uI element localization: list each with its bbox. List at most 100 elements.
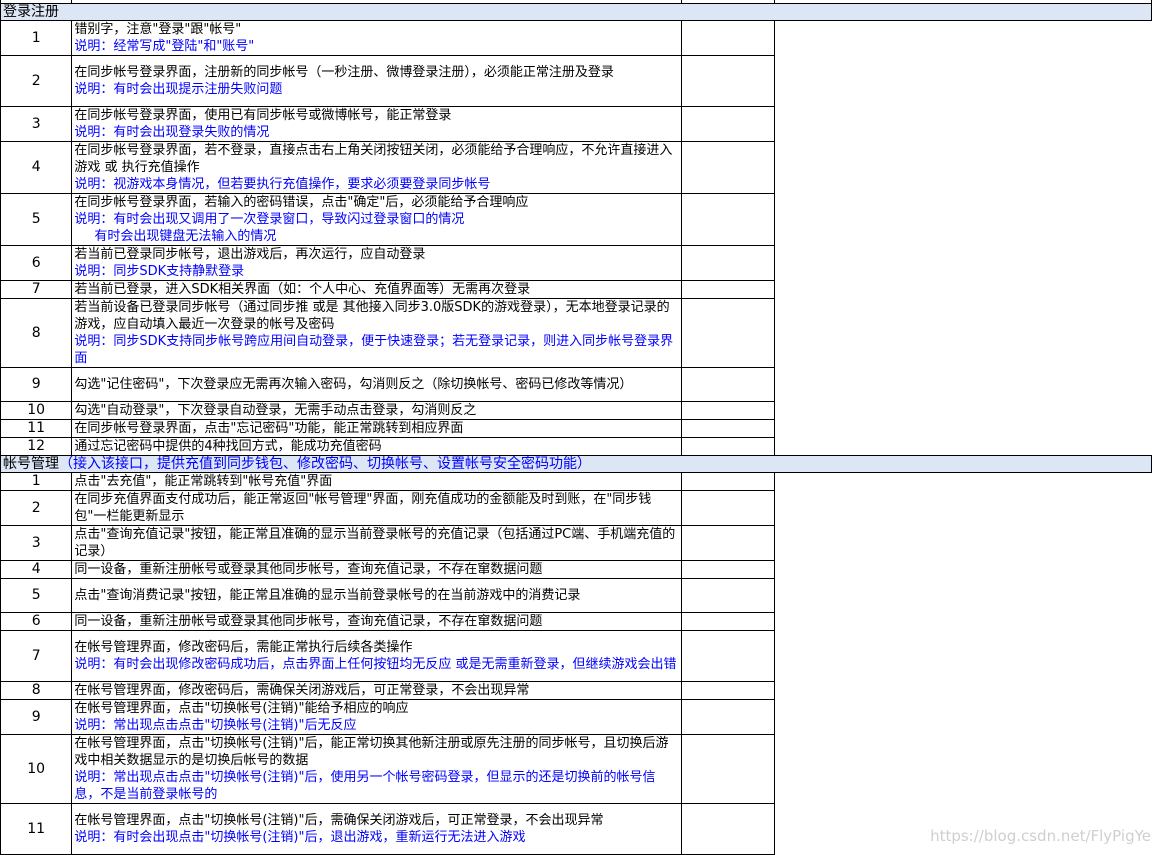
case-description: 在同步充值界面支付成功后，能正常返回"帐号管理"界面，刚充值成功的金额能及时到账… bbox=[71, 490, 682, 526]
description-line: 若当前已登录同步帐号，退出游戏后，再次运行，应自动登录 bbox=[74, 247, 426, 262]
case-number: 4 bbox=[0, 141, 73, 194]
case-description: 在同步帐号登录界面，若输入的密码错误，点击"确定"后，必须能给予合理响应 说明：有… bbox=[71, 193, 682, 246]
section2-header-row: 帐号管理（接入该接口，提供充值到同步钱包、修改密码、切换帐号、设置帐号安全密码功… bbox=[0, 455, 1152, 473]
description-note: 说明：有时会出现登录失败的情况 bbox=[74, 125, 270, 140]
case-number: 11 bbox=[0, 803, 73, 855]
section-title: 帐号管理 bbox=[3, 456, 59, 472]
empty-cell bbox=[775, 613, 1152, 631]
watermark: https://blog.csdn.net/FlyPigYe bbox=[930, 827, 1151, 845]
case-description: 在同步帐号登录界面，点击"忘记密码"功能，能正常跳转到相应界面 bbox=[71, 419, 682, 438]
result-cell[interactable] bbox=[680, 630, 776, 682]
case-number: 4 bbox=[0, 560, 73, 579]
result-cell[interactable] bbox=[680, 298, 776, 368]
case-description: 同一设备，重新注册帐号或登录其他同步帐号，查询充值记录，不存在窜数据问题 bbox=[71, 612, 682, 631]
table-row: 10 在帐号管理界面，点击"切换帐号(注销)"后，能正常切换其他新注册或原先注册的… bbox=[0, 734, 1152, 804]
result-cell[interactable] bbox=[680, 245, 776, 281]
table-row: 4 同一设备，重新注册帐号或登录其他同步帐号，查询充值记录，不存在窜数据问题 bbox=[0, 560, 1152, 579]
table-row: 10 勾选"自动登录"，下次登录自动登录，无需手动点击登录，勾消则反之 bbox=[0, 401, 1152, 420]
table-row: 5 在同步帐号登录界面，若输入的密码错误，点击"确定"后，必须能给予合理响应 说明：… bbox=[0, 193, 1152, 246]
table-row: 3 在同步帐号登录界面，使用已有同步帐号或微博帐号，能正常登录 说明：有时会出现登录… bbox=[0, 106, 1152, 142]
case-number: 5 bbox=[0, 193, 73, 246]
result-cell[interactable] bbox=[680, 367, 776, 402]
result-cell[interactable] bbox=[680, 734, 776, 804]
description-line: 勾选"自动登录"，下次登录自动登录，无需手动点击登录，勾消则反之 bbox=[74, 403, 477, 418]
empty-cell bbox=[775, 438, 1152, 456]
case-description: 在帐号管理界面，点击"切换帐号(注销)"后，需确保关闭游戏后，可正常登录，不会出… bbox=[71, 803, 682, 855]
description-note: 说明：有时会出现提示注册失败问题 bbox=[74, 82, 283, 97]
table-row: 9 勾选"记住密码"，下次登录应无需再次输入密码，勾消则反之（除切换帐号、密码已修… bbox=[0, 367, 1152, 402]
result-cell[interactable] bbox=[680, 437, 776, 456]
description-note: 说明：有时会出现修改密码成功后，点击界面上任何按钮均无反应 或是无需重新登录，但… bbox=[74, 657, 677, 672]
description-line: 同一设备，重新注册帐号或登录其他同步帐号，查询充值记录，不存在窜数据问题 bbox=[74, 614, 543, 629]
table-row: 3 点击"查询充值记录"按钮，能正常且准确的显示当前登录帐号的充值记录（包括通过P… bbox=[0, 525, 1152, 561]
case-number: 10 bbox=[0, 401, 73, 420]
description-line: 在同步帐号登录界面，注册新的同步帐号（一秒注册、微博登录注册），必须能正常注册及… bbox=[74, 65, 614, 80]
case-description: 在帐号管理界面，点击"切换帐号(注销)"后，能正常切换其他新注册或原先注册的同步… bbox=[71, 734, 682, 804]
table-row: 4 在同步帐号登录界面，若不登录，直接点击右上角关闭按钮关闭，必须能给予合理响应，… bbox=[0, 141, 1152, 194]
empty-cell bbox=[775, 682, 1152, 700]
empty-cell bbox=[775, 631, 1152, 682]
case-description: 同一设备，重新注册帐号或登录其他同步帐号，查询充值记录，不存在窜数据问题 bbox=[71, 560, 682, 579]
result-cell[interactable] bbox=[680, 55, 776, 107]
empty-cell bbox=[775, 491, 1152, 526]
description-line: 若当前设备已登录同步帐号（通过同步推 或是 其他接入同步3.0版SDK的游戏登录… bbox=[74, 300, 670, 332]
result-cell[interactable] bbox=[680, 141, 776, 194]
result-cell[interactable] bbox=[680, 193, 776, 246]
description-note: 说明：常出现点击点击"切换帐号(注销)"后，使用另一个帐号密码登录，但显示的还是… bbox=[74, 770, 656, 802]
empty-cell bbox=[775, 473, 1152, 491]
result-cell[interactable] bbox=[680, 280, 776, 299]
table-row: 9 在帐号管理界面，点击"切换帐号(注销)"能给予相应的响应 说明：常出现点击点击"… bbox=[0, 699, 1152, 735]
case-number: 12 bbox=[0, 437, 73, 456]
test-case-table: 登录注册 1 错别字，注意"登录"跟"帐号" 说明：经常写成"登陆"和"账号" 2 在同步… bbox=[0, 0, 1152, 855]
result-cell[interactable] bbox=[680, 20, 776, 56]
description-note: 说明：视游戏本身情况，但若要执行充值操作，要求必须要登录同步帐号 bbox=[74, 177, 491, 192]
description-line: 点击"查询充值记录"按钮，能正常且准确的显示当前登录帐号的充值记录（包括通过PC… bbox=[74, 527, 676, 559]
case-number: 7 bbox=[0, 280, 73, 299]
description-line: 通过忘记密码中提供的4种找回方式，能成功充值密码 bbox=[74, 439, 382, 454]
description-line: 在帐号管理界面，修改密码后，需确保关闭游戏后，可正常登录，不会出现异常 bbox=[74, 683, 530, 698]
result-cell[interactable] bbox=[680, 419, 776, 438]
case-number: 9 bbox=[0, 699, 73, 735]
description-line: 在帐号管理界面，点击"切换帐号(注销)"后，需确保关闭游戏后，可正常登录，不会出… bbox=[74, 813, 604, 828]
description-note: 说明：经常写成"登陆"和"账号" bbox=[74, 39, 255, 54]
description-line: 在同步充值界面支付成功后，能正常返回"帐号管理"界面，刚充值成功的金额能及时到账… bbox=[74, 492, 652, 524]
case-number: 1 bbox=[0, 472, 73, 491]
case-description: 勾选"自动登录"，下次登录自动登录，无需手动点击登录，勾消则反之 bbox=[71, 401, 682, 420]
table-row: 12 通过忘记密码中提供的4种找回方式，能成功充值密码 bbox=[0, 437, 1152, 456]
description-note: 说明：同步SDK支持同步帐号跨应用间自动登录，便于快速登录；若无登录记录，则进入… bbox=[74, 334, 674, 366]
result-cell[interactable] bbox=[680, 525, 776, 561]
table-row: 1 点击"去充值"，能正常跳转到"帐号充值"界面 bbox=[0, 472, 1152, 491]
case-description: 点击"查询充值记录"按钮，能正常且准确的显示当前登录帐号的充值记录（包括通过PC… bbox=[71, 525, 682, 561]
result-cell[interactable] bbox=[680, 472, 776, 491]
result-cell[interactable] bbox=[680, 803, 776, 855]
empty-cell bbox=[775, 700, 1152, 735]
description-line: 在同步帐号登录界面，若输入的密码错误，点击"确定"后，必须能给予合理响应 bbox=[74, 195, 529, 210]
description-line: 在帐号管理界面，点击"切换帐号(注销)"能给予相应的响应 bbox=[74, 701, 409, 716]
case-number: 6 bbox=[0, 245, 73, 281]
case-description: 错别字，注意"登录"跟"帐号" 说明：经常写成"登陆"和"账号" bbox=[71, 20, 682, 56]
case-number: 8 bbox=[0, 681, 73, 700]
result-cell[interactable] bbox=[680, 681, 776, 700]
empty-cell bbox=[775, 299, 1152, 368]
description-line: 同一设备，重新注册帐号或登录其他同步帐号，查询充值记录，不存在窜数据问题 bbox=[74, 562, 543, 577]
result-cell[interactable] bbox=[680, 401, 776, 420]
result-cell[interactable] bbox=[680, 699, 776, 735]
result-cell[interactable] bbox=[680, 106, 776, 142]
result-cell[interactable] bbox=[680, 578, 776, 613]
section-title: 登录注册 bbox=[3, 4, 59, 20]
description-note: 说明：常出现点击点击"切换帐号(注销)"后无反应 bbox=[74, 718, 357, 733]
empty-cell bbox=[775, 579, 1152, 613]
case-number: 7 bbox=[0, 630, 73, 682]
description-line: 在帐号管理界面，点击"切换帐号(注销)"后，能正常切换其他新注册或原先注册的同步… bbox=[74, 736, 669, 768]
description-line: 点击"去充值"，能正常跳转到"帐号充值"界面 bbox=[74, 474, 333, 489]
case-number: 9 bbox=[0, 367, 73, 402]
case-description: 在帐号管理界面，修改密码后，需能正常执行后续各类操作 说明：有时会出现修改密码成功… bbox=[71, 630, 682, 682]
table-row: 2 在同步充值界面支付成功后，能正常返回"帐号管理"界面，刚充值成功的金额能及时到… bbox=[0, 490, 1152, 526]
empty-cell bbox=[775, 368, 1152, 402]
result-cell[interactable] bbox=[680, 560, 776, 579]
result-cell[interactable] bbox=[680, 612, 776, 631]
empty-cell bbox=[775, 561, 1152, 579]
description-line: 在同步帐号登录界面，点击"忘记密码"功能，能正常跳转到相应界面 bbox=[74, 421, 464, 436]
result-cell[interactable] bbox=[680, 490, 776, 526]
empty-cell bbox=[775, 402, 1152, 420]
